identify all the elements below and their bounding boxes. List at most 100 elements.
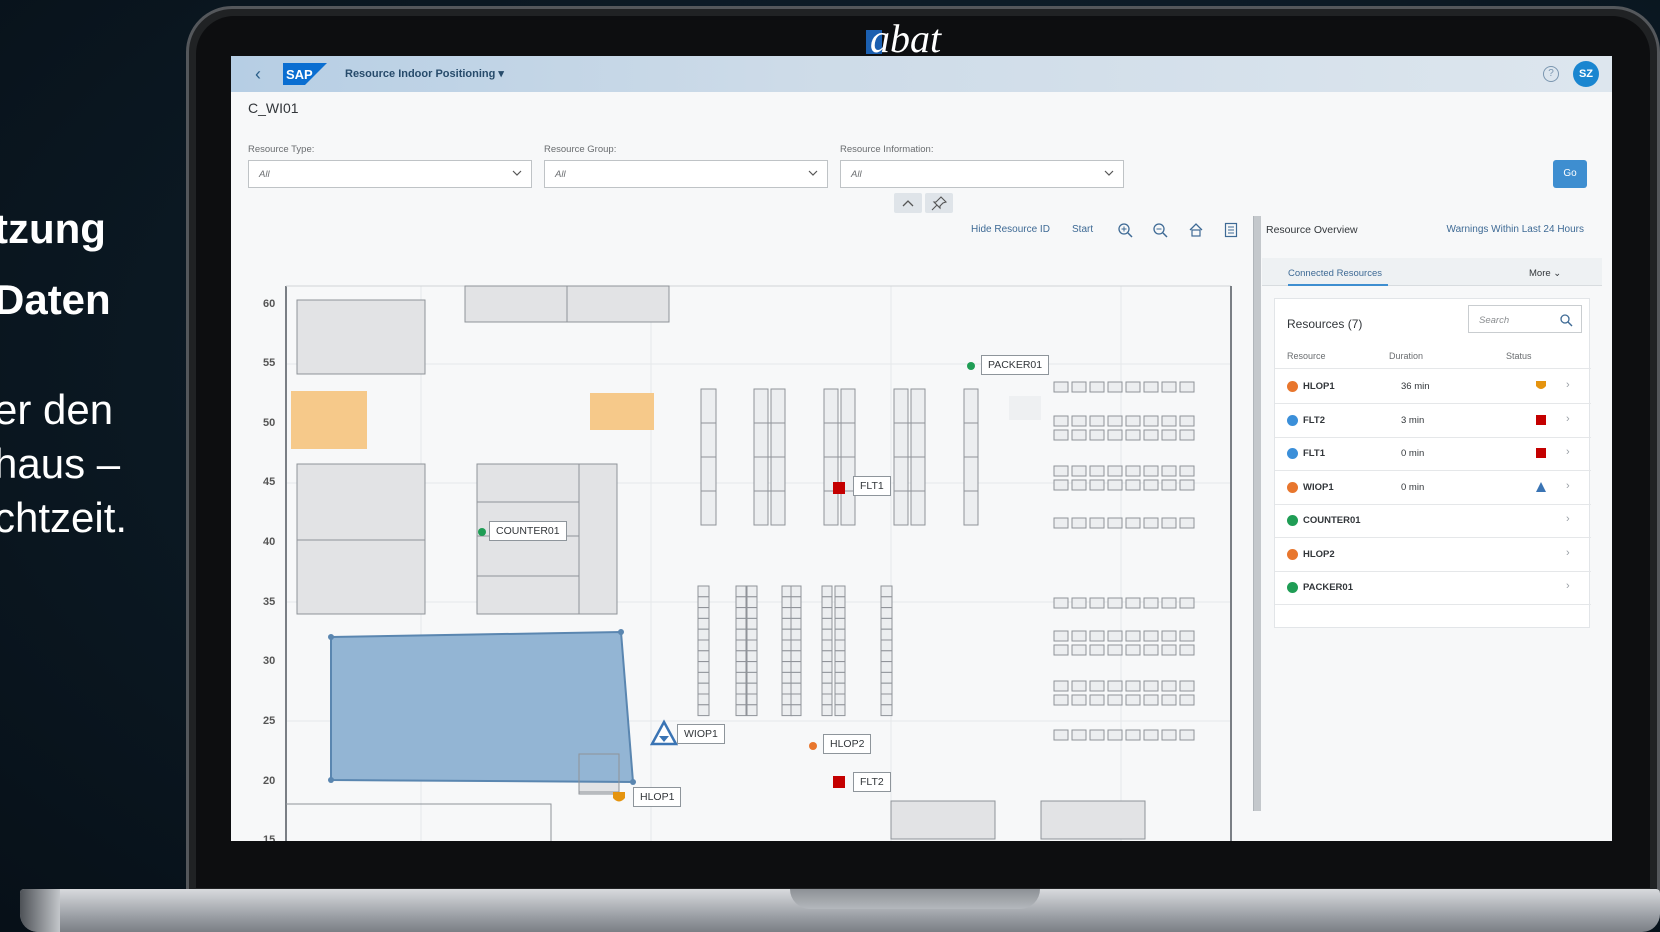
table-title: Resources (7) [1287, 317, 1363, 331]
pallet-slot [1125, 465, 1141, 477]
pallet-slot [1143, 680, 1159, 692]
resource-label-wiop1[interactable]: WIOP1 [677, 724, 725, 744]
resource-information-select[interactable]: All [840, 160, 1124, 188]
chevron-right-icon[interactable]: › [1566, 379, 1570, 391]
pallet-slot [1089, 729, 1105, 741]
resource-type-select[interactable]: All [248, 160, 532, 188]
rack-shelf [697, 628, 710, 641]
chevron-up-icon [902, 200, 914, 207]
search-icon[interactable] [1559, 313, 1573, 327]
rack-shelf [735, 617, 747, 630]
pallet-slot [1125, 517, 1141, 529]
rack-shelf [880, 671, 893, 684]
table-row[interactable]: FLT1 0 min › [1275, 436, 1591, 471]
table-row[interactable]: HLOP2 › [1275, 537, 1591, 572]
avatar[interactable]: SZ [1573, 61, 1599, 87]
slide-line: er den [0, 386, 114, 433]
rack-shelf [746, 682, 758, 695]
chevron-right-icon[interactable]: › [1566, 413, 1570, 425]
resource-label-hlop2[interactable]: HLOP2 [823, 734, 872, 754]
pallet-slot [1179, 680, 1195, 692]
column-header-duration[interactable]: Duration [1389, 351, 1423, 361]
pallet-slot [1071, 517, 1087, 529]
pallet-slot [1125, 729, 1141, 741]
rack-shelf [735, 693, 747, 706]
start-link[interactable]: Start [1072, 224, 1093, 235]
rack-shelf [821, 704, 833, 717]
pallet-slot [1071, 644, 1087, 656]
rack-shelf [834, 617, 846, 630]
rack-shelf [880, 607, 893, 619]
pin-header-button[interactable] [925, 193, 953, 213]
pallet-slot [1143, 479, 1159, 491]
table-row[interactable]: HLOP1 36 min › [1275, 369, 1591, 404]
table-row[interactable]: WIOP1 0 min › [1275, 470, 1591, 505]
rack-shelf [746, 607, 758, 619]
resource-duration: 3 min [1401, 414, 1425, 426]
zoom-out-icon[interactable] [1152, 222, 1168, 238]
pallet-slot [1053, 465, 1069, 477]
search-input[interactable]: Search [1468, 305, 1582, 333]
rack-shelf [880, 661, 893, 673]
chevron-right-icon[interactable]: › [1566, 480, 1570, 492]
flt2-marker [833, 776, 845, 788]
warnings-link[interactable]: Warnings Within Last 24 Hours [1444, 224, 1584, 235]
pallet-slot [1089, 694, 1105, 706]
app-title-text: Resource Indoor Positioning [345, 68, 496, 80]
pallet-slot [1089, 630, 1105, 642]
rack-shelf [697, 671, 710, 684]
table-row[interactable]: COUNTER01 › [1275, 503, 1591, 538]
chevron-right-icon[interactable]: › [1566, 580, 1570, 592]
column-header-status[interactable]: Status [1506, 351, 1532, 361]
collapse-header-button[interactable] [894, 193, 922, 213]
resource-label-flt1[interactable]: FLT1 [853, 476, 891, 496]
rack-shelf [834, 661, 846, 673]
panel-splitter[interactable] [1253, 216, 1261, 811]
go-button[interactable]: Go [1553, 160, 1587, 188]
legend-icon[interactable] [1223, 222, 1239, 238]
hide-resource-id-link[interactable]: Hide Resource ID [971, 224, 1050, 235]
table-row[interactable]: PACKER01 › [1275, 570, 1591, 605]
resource-label-flt2[interactable]: FLT2 [853, 772, 891, 792]
pallet-slot [1107, 630, 1123, 642]
rack-shelf [790, 671, 802, 684]
tab-connected-resources[interactable]: Connected Resources [1288, 268, 1382, 279]
rack-shelf [697, 617, 710, 630]
counter01-marker [478, 528, 486, 536]
table-row[interactable]: FLT2 3 min › [1275, 403, 1591, 438]
pallet-slot [1161, 680, 1177, 692]
tab-more-label: More [1529, 268, 1551, 279]
pallet-slot [1071, 597, 1087, 609]
y-tick: 20 [263, 775, 276, 787]
rack-shelf [735, 704, 747, 717]
resource-label-counter01[interactable]: COUNTER01 [489, 521, 567, 541]
chevron-right-icon[interactable]: › [1566, 513, 1570, 525]
column-header-resource[interactable]: Resource [1287, 351, 1326, 361]
rack-shelf [746, 585, 758, 598]
tab-more[interactable]: More ⌄ [1529, 268, 1561, 279]
resource-type-dot [1287, 548, 1298, 560]
rack-shelf [880, 617, 893, 630]
rack-shelf [735, 650, 747, 663]
chevron-right-icon[interactable]: › [1566, 446, 1570, 458]
rack-shelf [821, 639, 833, 652]
app-title-menu[interactable]: Resource Indoor Positioning ▾ [345, 67, 504, 80]
floor-map[interactable]: 60 55 50 45 40 35 30 25 20 15 PACKER01 F… [231, 246, 1253, 841]
chevron-right-icon[interactable]: › [1566, 547, 1570, 559]
sap-logo[interactable]: SAP [283, 63, 327, 85]
rack-shelf [834, 671, 846, 684]
zoom-in-icon[interactable] [1117, 222, 1133, 238]
chevron-down-icon: ⌄ [1553, 268, 1562, 279]
resource-name: WIOP1 [1303, 481, 1334, 493]
rack-shelf [834, 650, 846, 663]
tab-indicator [1288, 284, 1388, 286]
resource-group-select[interactable]: All [544, 160, 828, 188]
resource-label-packer01[interactable]: PACKER01 [981, 355, 1050, 375]
help-icon[interactable]: ? [1543, 66, 1559, 82]
home-icon[interactable] [1188, 222, 1204, 238]
resource-label-hlop1[interactable]: HLOP1 [633, 787, 682, 807]
rack-shelf [790, 661, 802, 673]
back-icon[interactable]: ‹ [255, 64, 275, 84]
resource-name: FLT1 [1303, 448, 1325, 459]
rack-shelf [790, 639, 802, 652]
